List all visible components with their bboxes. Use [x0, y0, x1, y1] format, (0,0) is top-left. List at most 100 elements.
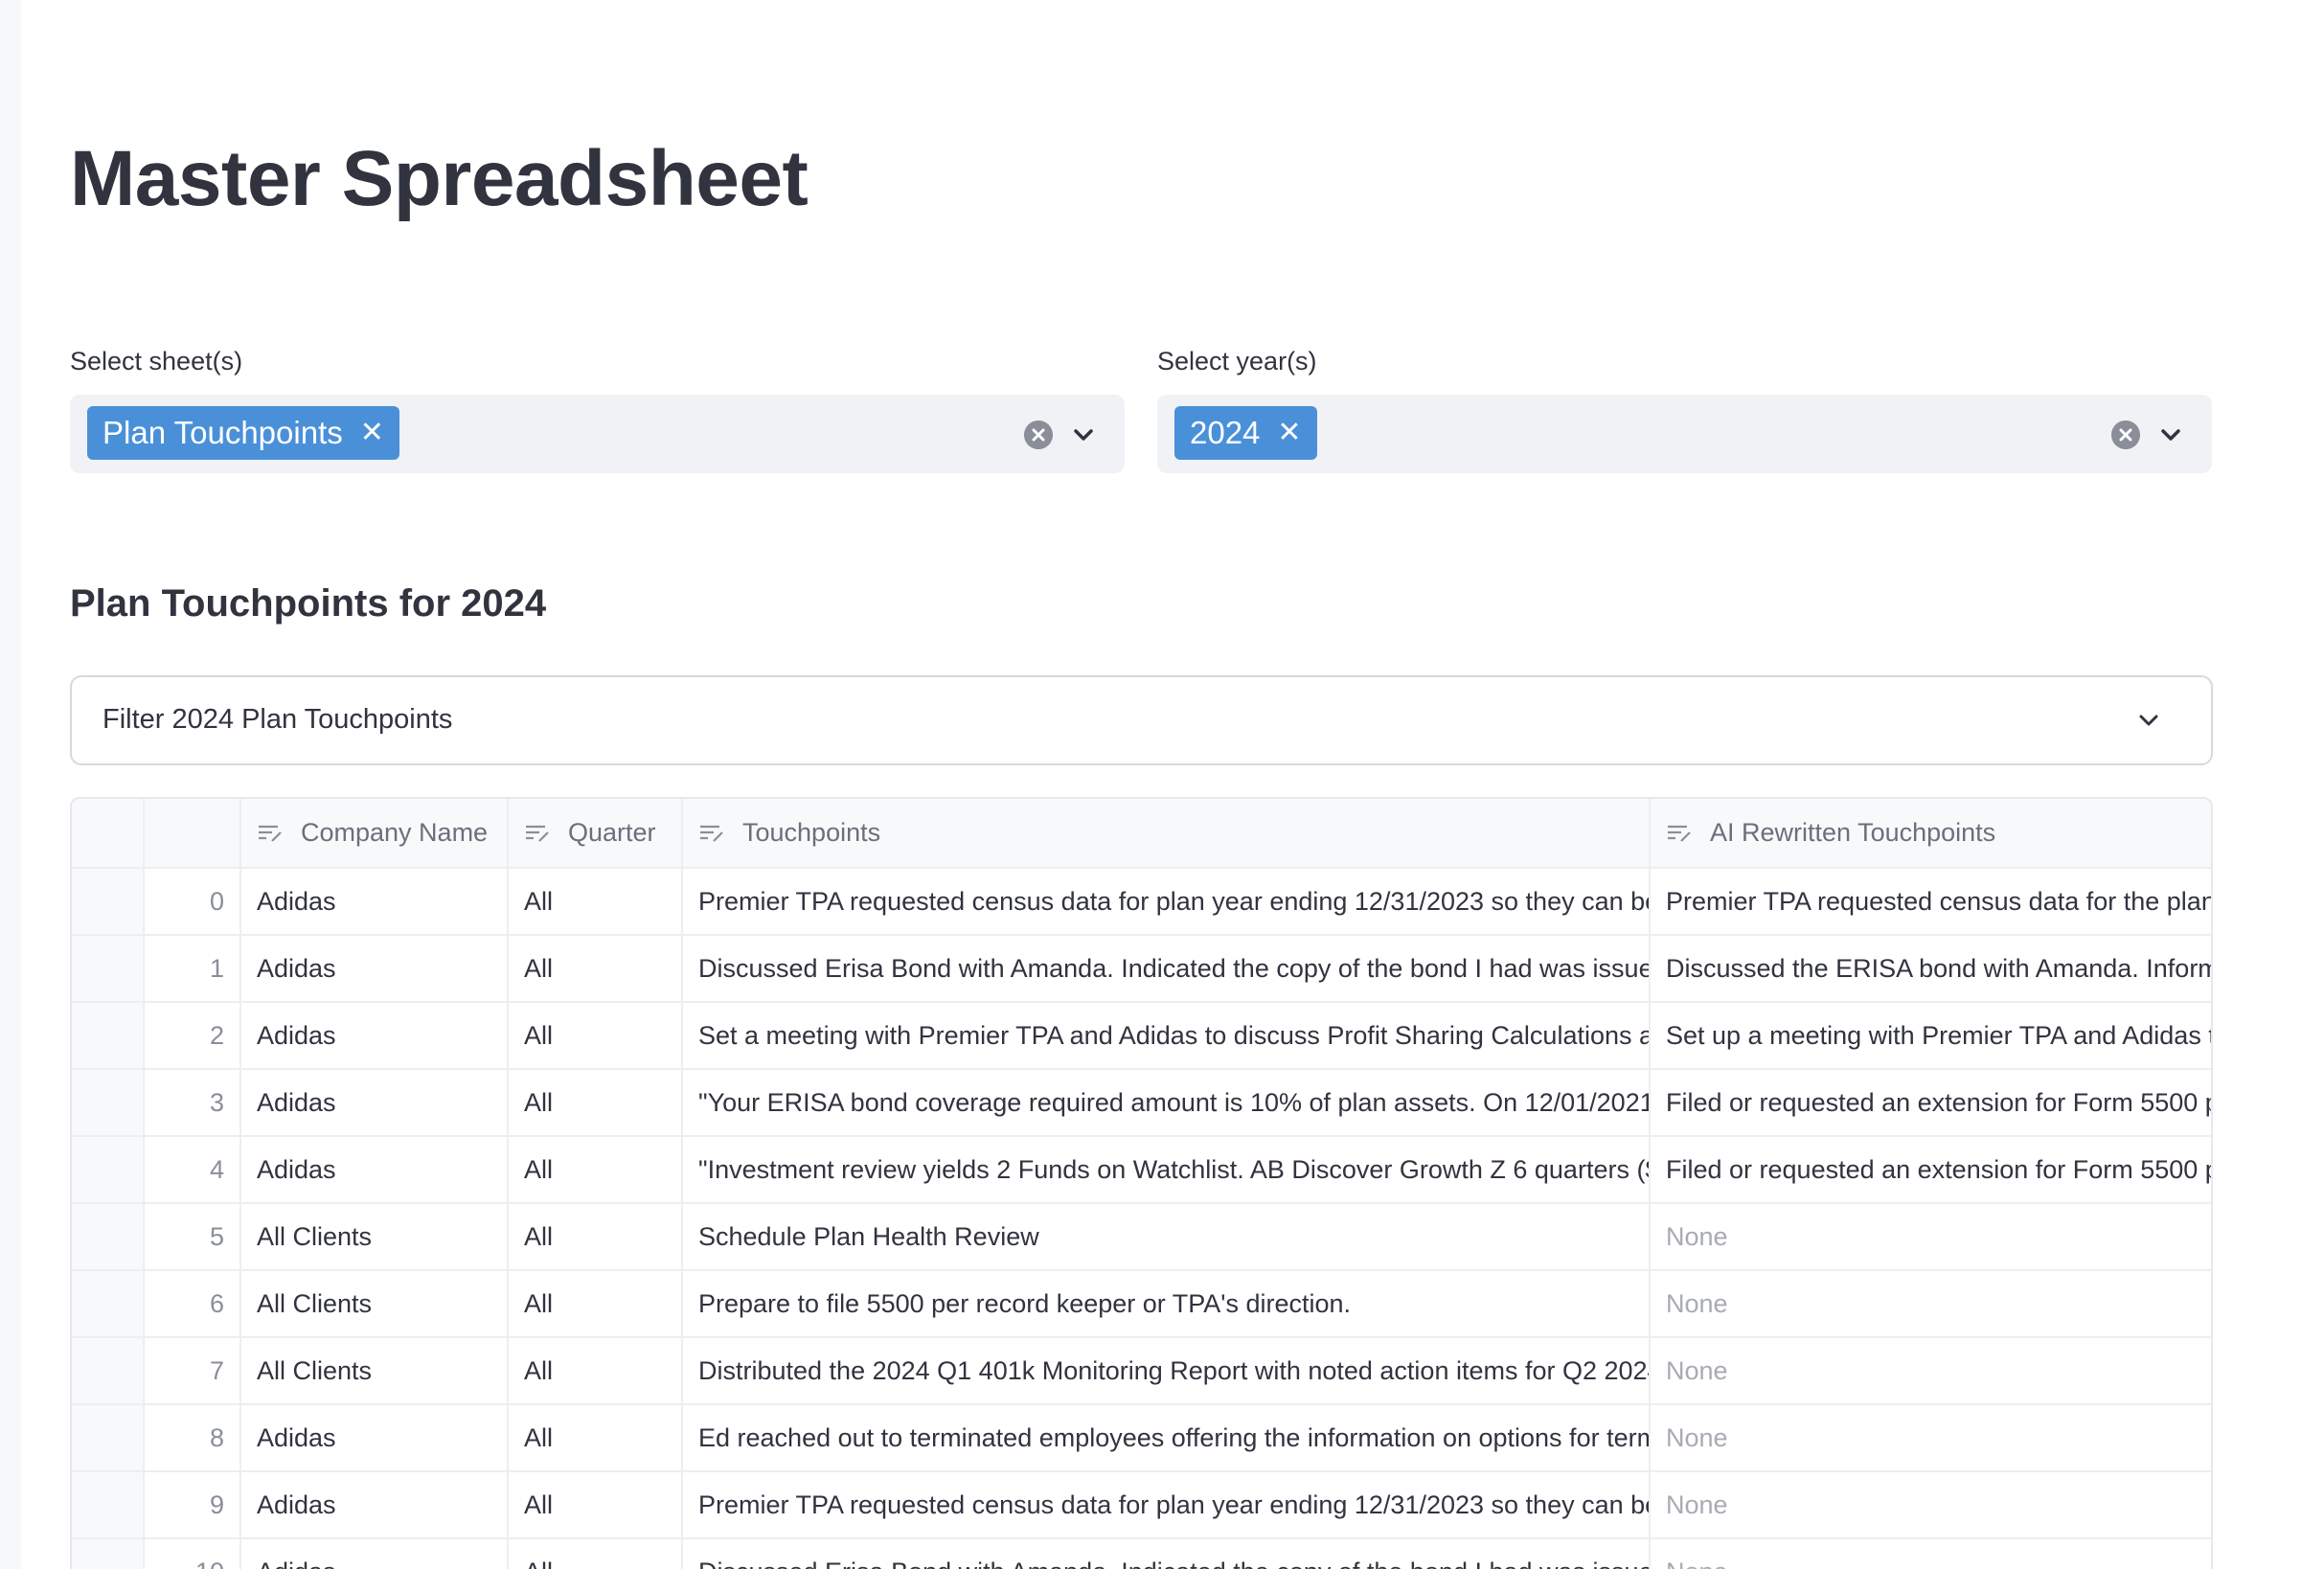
remove-chip-icon[interactable]: ✕: [1277, 419, 1301, 447]
chevron-down-icon[interactable]: [2134, 706, 2163, 735]
ai-rewritten-cell[interactable]: None: [1650, 1404, 2211, 1472]
table-row[interactable]: 2 Adidas All Set a meeting with Premier TPA…: [72, 1002, 2211, 1070]
quarter-cell[interactable]: All: [508, 1471, 683, 1539]
row-index-cell[interactable]: 2: [144, 1002, 241, 1070]
header-row: Company Name Quarter Touchpoints AI Rewr…: [72, 799, 2211, 869]
ai-rewritten-cell[interactable]: None: [1650, 1538, 2211, 1569]
clear-all-icon[interactable]: [2111, 421, 2140, 449]
sheet-multiselect[interactable]: Plan Touchpoints ✕: [70, 395, 1125, 473]
company-cell[interactable]: All Clients: [240, 1270, 509, 1338]
touchpoints-cell[interactable]: Set a meeting with Premier TPA and Adida…: [682, 1002, 1651, 1070]
year-chip[interactable]: 2024 ✕: [1174, 406, 1317, 460]
ai-rewritten-cell[interactable]: None: [1650, 1270, 2211, 1338]
table-row[interactable]: 8 Adidas All Ed reached out to terminated e…: [72, 1404, 2211, 1472]
column-header-quarter[interactable]: Quarter: [508, 799, 683, 869]
company-cell[interactable]: Adidas: [240, 1136, 509, 1204]
row-select-cell[interactable]: [72, 1136, 145, 1204]
clear-all-icon[interactable]: [1024, 421, 1053, 449]
row-index-cell[interactable]: 4: [144, 1136, 241, 1204]
ai-rewritten-cell[interactable]: Discussed the ERISA bond with Amanda. In…: [1650, 935, 2211, 1003]
touchpoints-cell[interactable]: Discussed Erisa Bond with Amanda. Indica…: [682, 935, 1651, 1003]
row-index-cell[interactable]: 9: [144, 1471, 241, 1539]
row-select-cell[interactable]: [72, 1069, 145, 1137]
table-row[interactable]: 9 Adidas All Premier TPA requested census d…: [72, 1471, 2211, 1539]
remove-chip-icon[interactable]: ✕: [360, 419, 384, 447]
quarter-cell[interactable]: All: [508, 1538, 683, 1569]
row-select-cell[interactable]: [72, 1270, 145, 1338]
quarter-cell[interactable]: All: [508, 935, 683, 1003]
row-index-cell[interactable]: 0: [144, 868, 241, 936]
column-header-company[interactable]: Company Name: [240, 799, 509, 869]
ai-rewritten-cell[interactable]: Filed or requested an extension for Form…: [1650, 1136, 2211, 1204]
touchpoints-cell[interactable]: "Investment review yields 2 Funds on Wat…: [682, 1136, 1651, 1204]
company-cell[interactable]: All Clients: [240, 1337, 509, 1405]
table-row[interactable]: 7 All Clients All Distributed the 2024 Q1 4…: [72, 1337, 2211, 1405]
row-index-cell[interactable]: 7: [144, 1337, 241, 1405]
data-grid[interactable]: Company Name Quarter Touchpoints AI Rewr…: [70, 797, 2213, 1569]
row-select-header[interactable]: [72, 799, 145, 869]
ai-rewritten-cell[interactable]: Premier TPA requested census data for th…: [1650, 868, 2211, 936]
company-cell[interactable]: Adidas: [240, 1538, 509, 1569]
chevron-down-icon[interactable]: [1069, 421, 1098, 449]
row-select-cell[interactable]: [72, 868, 145, 936]
table-row[interactable]: 5 All Clients All Schedule Plan Health Revi…: [72, 1203, 2211, 1271]
touchpoints-cell[interactable]: Premier TPA requested census data for pl…: [682, 868, 1651, 936]
quarter-cell[interactable]: All: [508, 1069, 683, 1137]
ai-rewritten-cell[interactable]: Filed or requested an extension for Form…: [1650, 1069, 2211, 1137]
quarter-cell[interactable]: All: [508, 1002, 683, 1070]
row-index-cell[interactable]: 8: [144, 1404, 241, 1472]
company-cell[interactable]: Adidas: [240, 935, 509, 1003]
touchpoints-cell[interactable]: Prepare to file 5500 per record keeper o…: [682, 1270, 1651, 1338]
year-multiselect[interactable]: 2024 ✕: [1157, 395, 2212, 473]
chevron-down-icon[interactable]: [2156, 421, 2185, 449]
table-row[interactable]: 0 Adidas All Premier TPA requested census d…: [72, 868, 2211, 936]
company-cell[interactable]: Adidas: [240, 1471, 509, 1539]
ai-rewritten-cell[interactable]: None: [1650, 1471, 2211, 1539]
touchpoints-cell[interactable]: Discussed Erisa Bond with Amanda. Indica…: [682, 1538, 1651, 1569]
company-cell[interactable]: Adidas: [240, 1069, 509, 1137]
row-select-cell[interactable]: [72, 1404, 145, 1472]
ai-rewritten-cell[interactable]: None: [1650, 1337, 2211, 1405]
ai-rewritten-cell[interactable]: None: [1650, 1203, 2211, 1271]
row-select-cell[interactable]: [72, 1203, 145, 1271]
table-row[interactable]: 10AdidasAllDiscussed Erisa Bond with Ama…: [72, 1538, 2211, 1569]
section-subheader: Plan Touchpoints for 2024: [70, 582, 547, 625]
table-row[interactable]: 6 All Clients All Prepare to file 5500 per …: [72, 1270, 2211, 1338]
touchpoints-cell[interactable]: Schedule Plan Health Review: [682, 1203, 1651, 1271]
quarter-cell[interactable]: All: [508, 1136, 683, 1204]
row-index-cell[interactable]: 3: [144, 1069, 241, 1137]
quarter-cell[interactable]: All: [508, 1337, 683, 1405]
quarter-cell[interactable]: All: [508, 868, 683, 936]
touchpoints-cell[interactable]: Premier TPA requested census data for pl…: [682, 1471, 1651, 1539]
row-select-cell[interactable]: [72, 1337, 145, 1405]
row-index-cell[interactable]: 1: [144, 935, 241, 1003]
row-index-cell[interactable]: 6: [144, 1270, 241, 1338]
column-header-label: Touchpoints: [742, 818, 881, 847]
column-header-ai-rewritten[interactable]: AI Rewritten Touchpoints: [1650, 799, 2211, 869]
row-select-cell[interactable]: [72, 1538, 145, 1569]
row-select-cell[interactable]: [72, 1002, 145, 1070]
quarter-cell[interactable]: All: [508, 1203, 683, 1271]
table-row[interactable]: 4 Adidas All "Investment review yields 2 Fu…: [72, 1136, 2211, 1204]
text-column-icon: [259, 825, 282, 842]
row-select-cell[interactable]: [72, 1471, 145, 1539]
company-cell[interactable]: Adidas: [240, 868, 509, 936]
quarter-cell[interactable]: All: [508, 1404, 683, 1472]
row-select-cell[interactable]: [72, 935, 145, 1003]
quarter-cell[interactable]: All: [508, 1270, 683, 1338]
company-cell[interactable]: Adidas: [240, 1002, 509, 1070]
table-row[interactable]: 1 Adidas All Discussed Erisa Bond with Aman…: [72, 935, 2211, 1003]
filter-expander[interactable]: Filter 2024 Plan Touchpoints: [70, 675, 2213, 765]
row-index-cell[interactable]: 10: [144, 1538, 241, 1569]
company-cell[interactable]: Adidas: [240, 1404, 509, 1472]
page-title: Master Spreadsheet: [70, 135, 809, 222]
touchpoints-cell[interactable]: Ed reached out to terminated employees o…: [682, 1404, 1651, 1472]
touchpoints-cell[interactable]: Distributed the 2024 Q1 401k Monitoring …: [682, 1337, 1651, 1405]
row-index-cell[interactable]: 5: [144, 1203, 241, 1271]
company-cell[interactable]: All Clients: [240, 1203, 509, 1271]
sheet-chip[interactable]: Plan Touchpoints ✕: [87, 406, 399, 460]
ai-rewritten-cell[interactable]: Set up a meeting with Premier TPA and Ad…: [1650, 1002, 2211, 1070]
table-row[interactable]: 3 Adidas All "Your ERISA bond coverage requ…: [72, 1069, 2211, 1137]
column-header-touchpoints[interactable]: Touchpoints: [682, 799, 1651, 869]
touchpoints-cell[interactable]: "Your ERISA bond coverage required amoun…: [682, 1069, 1651, 1137]
